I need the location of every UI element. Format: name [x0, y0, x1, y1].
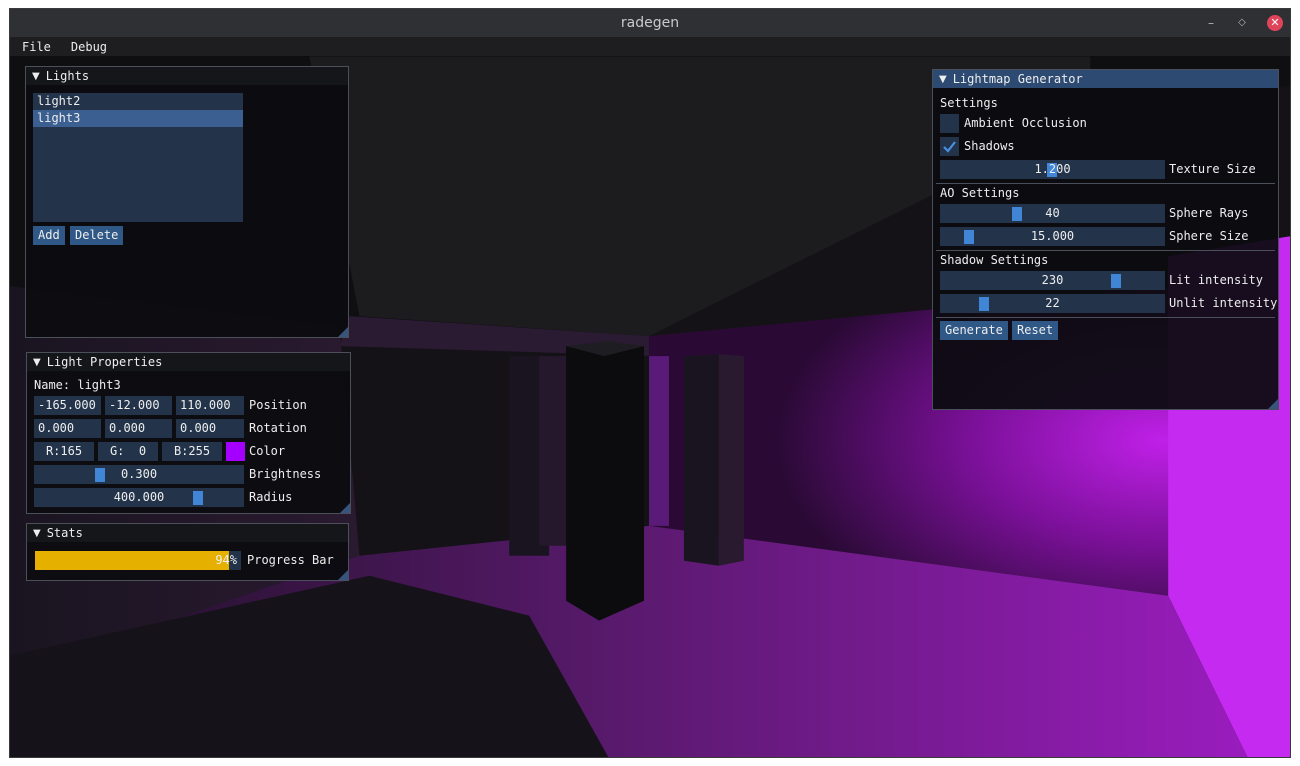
slider-grab[interactable]: [193, 491, 203, 505]
settings-header: Settings: [940, 96, 998, 110]
position-label: Position: [249, 398, 307, 412]
list-item-light3[interactable]: light3: [33, 110, 243, 127]
unlit-intensity-value: 22: [1045, 296, 1060, 310]
collapse-triangle-icon[interactable]: ▼: [33, 528, 41, 539]
sphere-rays-slider[interactable]: 40: [940, 204, 1165, 223]
rotation-x-field[interactable]: 0.000: [34, 419, 101, 438]
slider-grab[interactable]: [964, 230, 974, 244]
slider-grab[interactable]: [1111, 274, 1121, 288]
rotation-z-field[interactable]: 0.000: [176, 419, 244, 438]
position-x-field[interactable]: -165.000: [34, 396, 101, 415]
lights-panel-header[interactable]: ▼ Lights: [26, 67, 348, 85]
position-y-field[interactable]: -12.000: [105, 396, 172, 415]
sphere-size-label: Sphere Size: [1169, 229, 1249, 243]
slider-grab[interactable]: [1012, 207, 1022, 221]
light-properties-panel: ▼ Light Properties Name: light3 -165.000…: [26, 352, 351, 514]
maximize-icon[interactable]: ◇: [1234, 15, 1250, 31]
ao-settings-header: AO Settings: [940, 186, 1020, 200]
lights-panel: ▼ Lights light2 light3 Add Delete: [25, 66, 349, 338]
radius-slider[interactable]: 400.000: [34, 488, 244, 507]
separator: [936, 317, 1275, 318]
reset-button[interactable]: Reset: [1012, 321, 1059, 340]
collapse-triangle-icon[interactable]: ▼: [939, 74, 947, 85]
menu-file[interactable]: File: [10, 40, 59, 54]
collapse-triangle-icon[interactable]: ▼: [32, 71, 40, 82]
texture-size-label: Texture Size: [1169, 162, 1256, 176]
ambient-occlusion-checkbox[interactable]: [940, 114, 959, 133]
progress-label: Progress Bar: [247, 553, 334, 567]
checkmark-icon: [943, 141, 956, 153]
radius-label: Radius: [249, 490, 293, 504]
stats-title: Stats: [46, 526, 83, 540]
sphere-rays-value: 40: [1045, 206, 1060, 220]
brightness-label: Brightness: [249, 467, 322, 481]
resize-grip[interactable]: [338, 570, 348, 580]
resize-grip[interactable]: [1268, 399, 1278, 409]
progress-fill: [35, 551, 229, 570]
slider-grab[interactable]: [95, 468, 105, 482]
generate-button[interactable]: Generate: [940, 321, 1008, 340]
progress-bar: 94%: [35, 551, 241, 570]
lit-intensity-value: 230: [1041, 273, 1064, 287]
progress-text: 94%: [215, 553, 237, 567]
close-icon[interactable]: ✕: [1267, 15, 1283, 31]
light-name: Name: light3: [34, 378, 121, 392]
window-title: radegen: [620, 15, 680, 31]
resize-grip[interactable]: [340, 503, 350, 513]
sphere-rays-label: Sphere Rays: [1169, 206, 1249, 220]
rotation-y-field[interactable]: 0.000: [105, 419, 172, 438]
menu-debug[interactable]: Debug: [59, 40, 115, 54]
shadows-checkbox[interactable]: [940, 137, 959, 156]
lights-panel-title: Lights: [45, 69, 90, 83]
color-r-field[interactable]: R:165: [34, 442, 94, 461]
color-b-field[interactable]: B:255: [162, 442, 222, 461]
title-bar: radegen – ◇ ✕: [10, 9, 1290, 37]
texture-size-slider[interactable]: 1.200: [940, 160, 1165, 179]
color-swatch[interactable]: [226, 442, 245, 461]
shadows-label: Shadows: [964, 139, 1015, 153]
light-properties-title: Light Properties: [46, 355, 163, 369]
unlit-intensity-label: Unlit intensity: [1169, 296, 1278, 310]
light-properties-header[interactable]: ▼ Light Properties: [27, 353, 350, 371]
texture-size-value: 1.200: [1034, 162, 1071, 176]
ambient-occlusion-label: Ambient Occlusion: [964, 116, 1087, 130]
brightness-slider[interactable]: 0.300: [34, 465, 244, 484]
lightmap-generator-title: Lightmap Generator: [952, 72, 1083, 86]
list-item-light2[interactable]: light2: [33, 93, 243, 110]
position-z-field[interactable]: 110.000: [176, 396, 244, 415]
add-light-button[interactable]: Add: [33, 226, 65, 245]
rotation-label: Rotation: [249, 421, 307, 435]
lightmap-generator-header[interactable]: ▼ Lightmap Generator: [933, 70, 1278, 88]
lit-intensity-slider[interactable]: 230: [940, 271, 1165, 290]
collapse-triangle-icon[interactable]: ▼: [33, 357, 41, 368]
lightmap-generator-panel: ▼ Lightmap Generator Settings Ambient Oc…: [932, 69, 1279, 410]
radius-value: 400.000: [113, 490, 165, 504]
stats-panel: ▼ Stats 94% Progress Bar: [26, 523, 349, 581]
resize-grip[interactable]: [338, 327, 348, 337]
lights-list[interactable]: light2 light3: [33, 93, 243, 222]
menu-bar: File Debug: [10, 37, 1290, 56]
color-g-field[interactable]: G: 0: [98, 442, 158, 461]
sphere-size-slider[interactable]: 15.000: [940, 227, 1165, 246]
delete-light-button[interactable]: Delete: [70, 226, 124, 245]
app-window: radegen – ◇ ✕ File Debug ▼ Lights light2…: [9, 8, 1291, 758]
slider-grab[interactable]: [979, 297, 989, 311]
stats-header[interactable]: ▼ Stats: [27, 524, 348, 542]
sphere-size-value: 15.000: [1030, 229, 1075, 243]
color-label: Color: [249, 444, 286, 458]
shadow-settings-header: Shadow Settings: [940, 253, 1049, 267]
lit-intensity-label: Lit intensity: [1169, 273, 1263, 287]
unlit-intensity-slider[interactable]: 22: [940, 294, 1165, 313]
minimize-icon[interactable]: –: [1203, 15, 1219, 31]
brightness-value: 0.300: [120, 467, 158, 481]
